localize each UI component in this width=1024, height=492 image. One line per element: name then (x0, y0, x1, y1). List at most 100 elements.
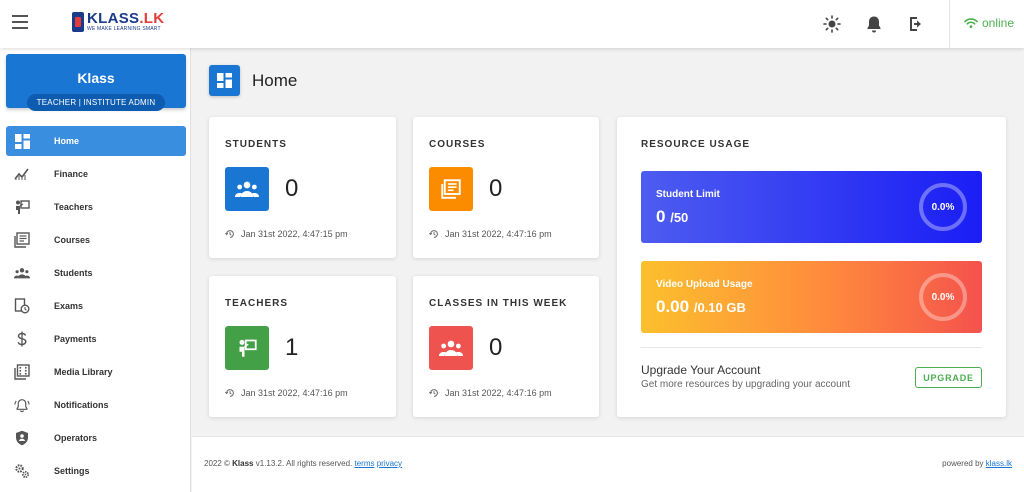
history-icon (429, 389, 438, 397)
logo-tagline: WE MAKE LEARNING SMART (87, 26, 161, 32)
courses-card: COURSES 0 Jan 31st 2022, 4:47:16 pm (413, 117, 599, 258)
sidebar-item-settings[interactable]: Settings (6, 456, 186, 486)
terms-link[interactable]: terms (354, 459, 374, 468)
klass-link[interactable]: klass.lk (986, 459, 1012, 468)
sidebar-item-exams[interactable]: Exams (6, 291, 186, 321)
top-divider (949, 0, 950, 48)
stat-timestamp: Jan 31st 2022, 4:47:16 pm (225, 388, 348, 398)
bell-outline-icon (14, 397, 30, 413)
teachers-card: TEACHERS 1 Jan 31st 2022, 4:47:16 pm (209, 276, 396, 417)
stat-title: CLASSES IN THIS WEEK (429, 298, 568, 309)
logout-icon[interactable] (906, 14, 926, 34)
sidebar-item-finance[interactable]: Finance (6, 159, 186, 189)
stat-timestamp: Jan 31st 2022, 4:47:16 pm (429, 388, 552, 398)
privacy-link[interactable]: privacy (377, 459, 402, 468)
profile-card: Klass TEACHER | INSTITUTE ADMIN (6, 54, 186, 111)
media-library-icon (14, 364, 30, 380)
dashboard-icon (209, 65, 240, 96)
stat-time-text: Jan 31st 2022, 4:47:16 pm (445, 229, 552, 239)
dashboard-icon (14, 133, 30, 149)
profile-role-badge: TEACHER | INSTITUTE ADMIN (26, 94, 166, 111)
teacher-icon (225, 326, 269, 370)
profile-name: Klass (77, 70, 115, 86)
history-icon (225, 230, 234, 238)
usage-progress-ring: 0.0% (919, 183, 967, 231)
gears-icon (14, 463, 30, 479)
usage-value: 0.00 /0.10 GB (656, 297, 746, 316)
sidebar-nav: Home Finance Teachers Courses Students E… (6, 126, 186, 489)
usage-value: 0 /50 (656, 207, 689, 226)
brightness-icon[interactable] (822, 14, 842, 34)
sidebar-item-home[interactable]: Home (6, 126, 186, 156)
stat-value: 0 (489, 334, 503, 361)
courses-icon (14, 232, 30, 248)
exam-icon (14, 298, 30, 314)
sidebar-item-notifications[interactable]: Notifications (6, 390, 186, 420)
upgrade-button[interactable]: UPGRADE (915, 367, 982, 388)
courses-icon (429, 167, 473, 211)
sidebar-item-label: Media Library (54, 367, 113, 377)
sidebar-item-media-library[interactable]: Media Library (6, 357, 186, 387)
klass-logo[interactable]: KLASS.LK WE MAKE LEARNING SMART (72, 11, 164, 32)
people-icon (225, 167, 269, 211)
sidebar-item-label: Teachers (54, 202, 93, 212)
upgrade-title: Upgrade Your Account (641, 363, 761, 377)
stat-value: 1 (285, 334, 299, 361)
sidebar-item-label: Settings (54, 466, 90, 476)
stat-title: STUDENTS (225, 139, 287, 150)
logo-text: KLASS.LK (87, 10, 165, 27)
stat-time-text: Jan 31st 2022, 4:47:16 pm (241, 388, 348, 398)
upgrade-subtitle: Get more resources by upgrading your acc… (641, 379, 850, 390)
teacher-icon (14, 199, 30, 215)
sidebar-item-label: Courses (54, 235, 91, 245)
sidebar-item-students[interactable]: Students (6, 258, 186, 288)
sidebar: Klass TEACHER | INSTITUTE ADMIN Home Fin… (0, 48, 191, 492)
menu-icon[interactable] (12, 15, 28, 33)
online-label: online (982, 16, 1015, 30)
stat-title: TEACHERS (225, 298, 289, 309)
footer-copyright: 2022 © Klass v1.13.2. All rights reserve… (204, 459, 403, 468)
people-icon (429, 326, 473, 370)
resource-usage-card: RESOURCE USAGE Student Limit 0 /50 0.0% … (617, 117, 1006, 417)
sidebar-item-label: Students (54, 268, 93, 278)
history-icon (225, 389, 234, 397)
stat-value: 0 (489, 175, 503, 202)
top-bar: KLASS.LK WE MAKE LEARNING SMART online (0, 0, 1024, 48)
divider (641, 347, 982, 348)
sidebar-item-operators[interactable]: Operators (6, 423, 186, 453)
history-icon (429, 230, 438, 238)
sidebar-item-label: Operators (54, 433, 98, 443)
sidebar-item-payments[interactable]: Payments (6, 324, 186, 354)
footer-powered-by: powered by klass.lk (942, 459, 1012, 468)
sidebar-item-label: Exams (54, 301, 84, 311)
people-icon (14, 265, 30, 281)
chart-icon (14, 166, 30, 182)
sidebar-item-label: Home (54, 136, 80, 146)
classes-card: CLASSES IN THIS WEEK 0 Jan 31st 2022, 4:… (413, 276, 599, 417)
wifi-icon (964, 18, 978, 28)
shield-icon (14, 430, 30, 446)
students-card: STUDENTS 0 Jan 31st 2022, 4:47:15 pm (209, 117, 396, 258)
sidebar-item-label: Finance (54, 169, 89, 179)
stat-time-text: Jan 31st 2022, 4:47:16 pm (445, 388, 552, 398)
usage-label: Video Upload Usage (656, 279, 753, 290)
student-limit-panel: Student Limit 0 /50 0.0% (641, 171, 982, 243)
video-upload-panel: Video Upload Usage 0.00 /0.10 GB 0.0% (641, 261, 982, 333)
sidebar-item-label: Notifications (54, 400, 109, 410)
online-status: online (964, 16, 1014, 30)
logo-mark-icon (72, 11, 84, 32)
usage-progress-ring: 0.0% (919, 273, 967, 321)
stat-timestamp: Jan 31st 2022, 4:47:15 pm (225, 229, 348, 239)
bell-icon[interactable] (864, 14, 884, 34)
stat-time-text: Jan 31st 2022, 4:47:15 pm (241, 229, 348, 239)
stat-title: COURSES (429, 139, 486, 150)
footer: 2022 © Klass v1.13.2. All rights reserve… (192, 436, 1024, 492)
resource-title: RESOURCE USAGE (641, 139, 751, 150)
dollar-icon (14, 331, 30, 347)
sidebar-item-courses[interactable]: Courses (6, 225, 186, 255)
stat-value: 0 (285, 175, 299, 202)
sidebar-item-label: Payments (54, 334, 97, 344)
page-header: Home (209, 65, 297, 96)
sidebar-item-teachers[interactable]: Teachers (6, 192, 186, 222)
usage-label: Student Limit (656, 189, 720, 200)
